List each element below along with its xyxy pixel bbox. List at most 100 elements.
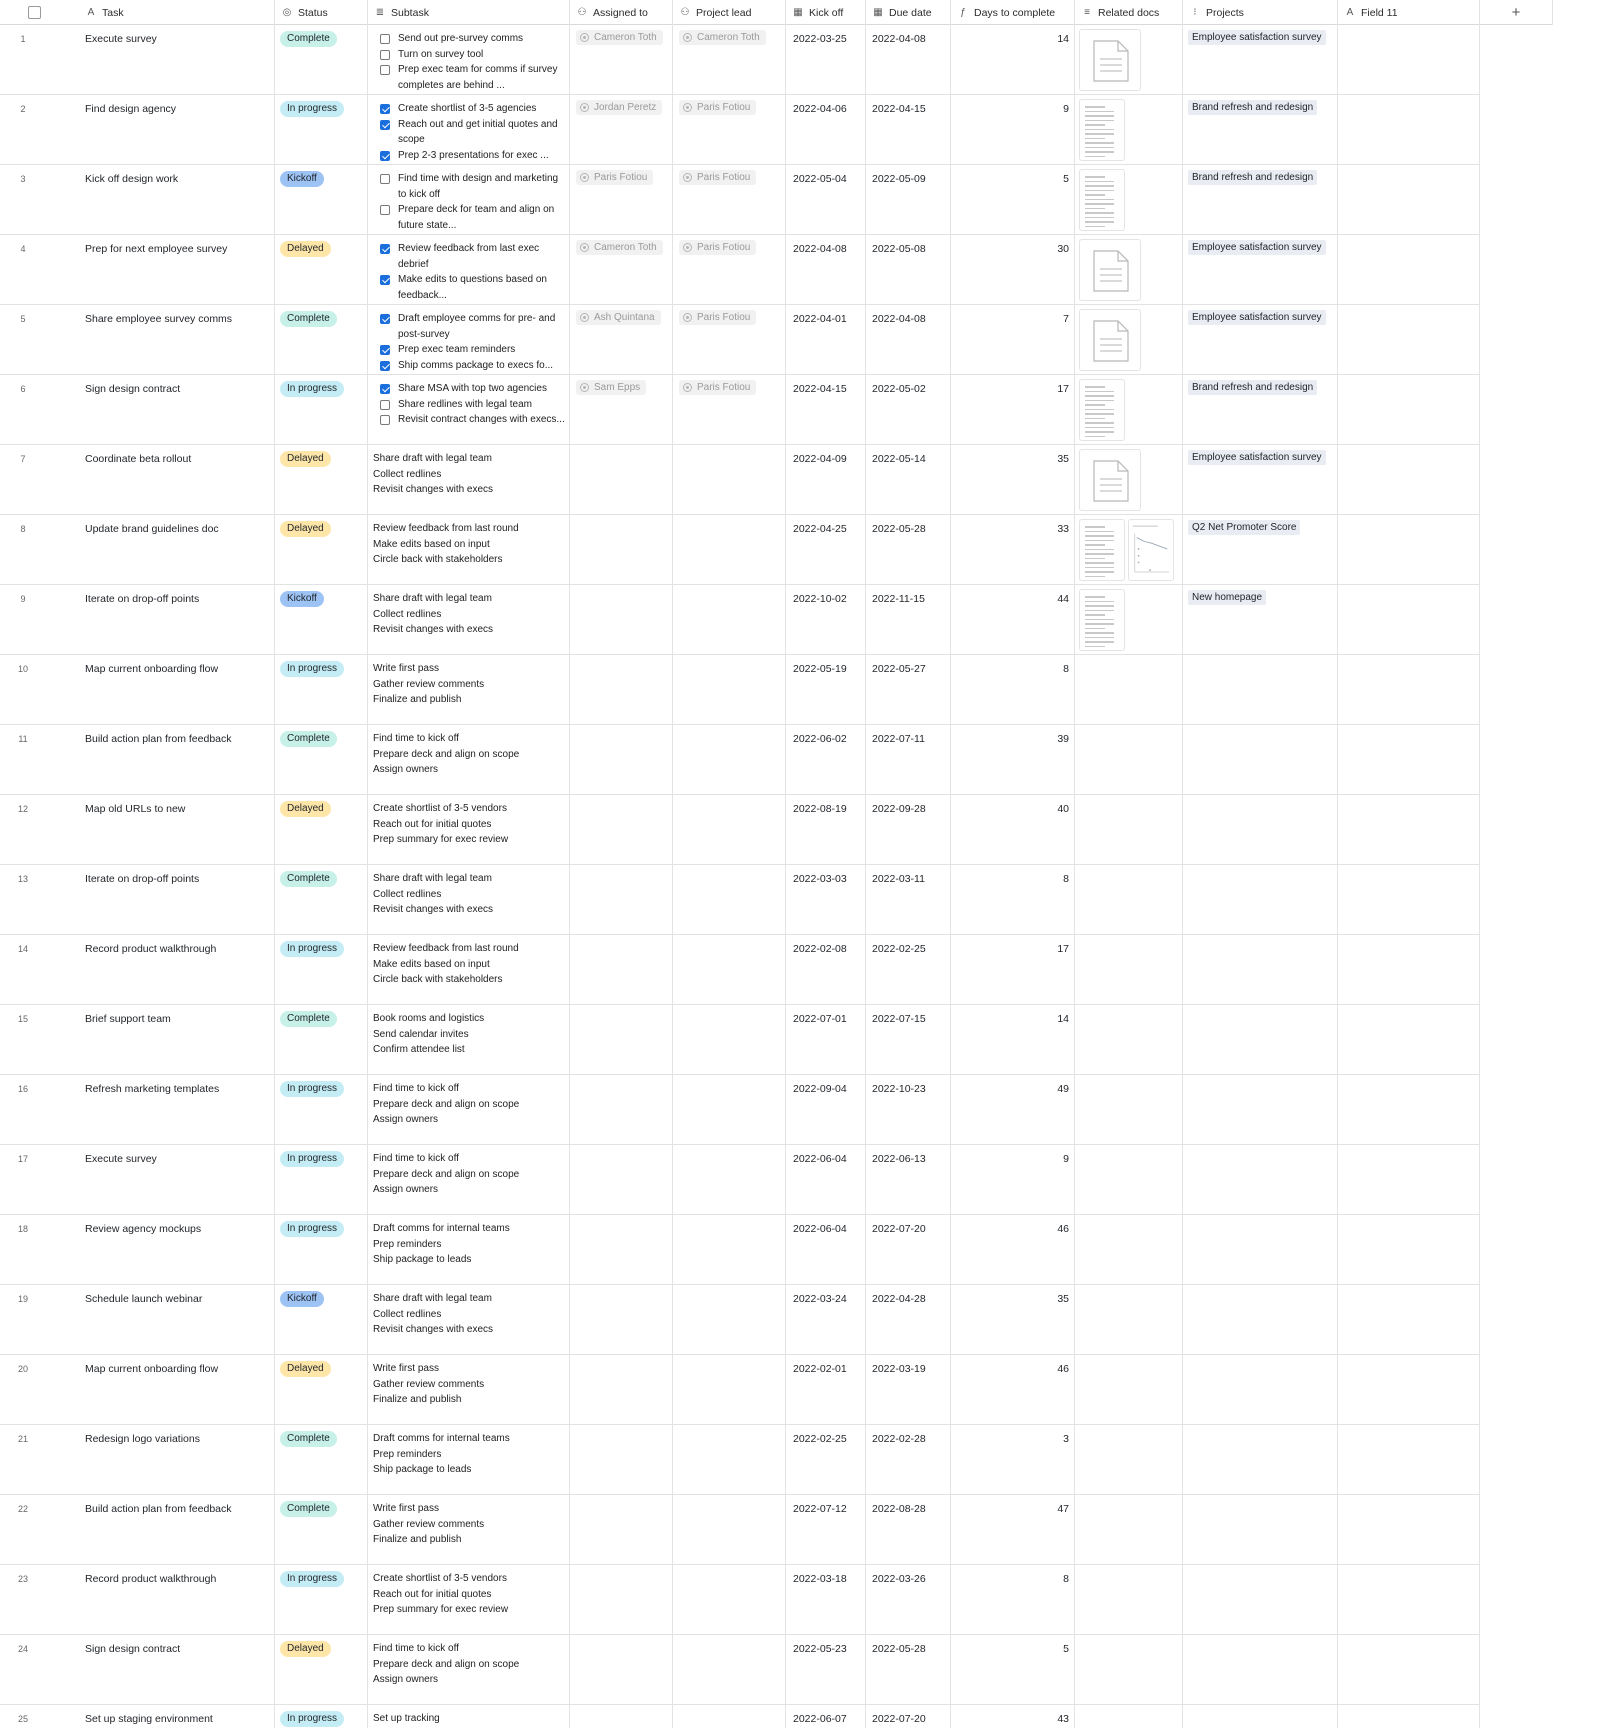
related-docs-cell[interactable] bbox=[1075, 375, 1183, 445]
assigned-to-cell[interactable] bbox=[570, 585, 673, 655]
subtask-checkbox[interactable] bbox=[380, 119, 390, 130]
project-lead-cell[interactable] bbox=[673, 445, 786, 515]
kickoff-date-cell[interactable]: 2022-05-23 bbox=[786, 1635, 866, 1705]
kickoff-date-cell[interactable]: 2022-03-03 bbox=[786, 865, 866, 935]
text-document-thumbnail[interactable] bbox=[1079, 379, 1125, 441]
related-docs-cell[interactable] bbox=[1075, 725, 1183, 795]
project-lead-cell[interactable] bbox=[673, 1005, 786, 1075]
task-cell[interactable]: Record product walkthrough bbox=[0, 935, 275, 1005]
table-row[interactable]: 23 Record product walkthrough In progress C… bbox=[0, 1565, 1480, 1635]
project-link-tag[interactable]: Employee satisfaction survey bbox=[1188, 30, 1326, 45]
due-date-cell[interactable]: 2022-07-11 bbox=[866, 725, 951, 795]
project-link-tag[interactable]: Brand refresh and redesign bbox=[1188, 380, 1318, 395]
project-lead-cell[interactable] bbox=[673, 1145, 786, 1215]
status-cell[interactable]: In progress bbox=[275, 95, 368, 165]
column-header-task[interactable]: A Task bbox=[0, 0, 275, 25]
table-row[interactable]: 15 Brief support team Complete Book rooms a… bbox=[0, 1005, 1480, 1075]
field-11-cell[interactable] bbox=[1338, 1145, 1480, 1215]
kickoff-date-cell[interactable]: 2022-05-04 bbox=[786, 165, 866, 235]
due-date-cell[interactable]: 2022-02-28 bbox=[866, 1425, 951, 1495]
document-icon[interactable] bbox=[1079, 309, 1141, 371]
column-header-due[interactable]: ▦ Due date bbox=[866, 0, 951, 25]
projects-cell[interactable] bbox=[1183, 1425, 1338, 1495]
field-11-cell[interactable] bbox=[1338, 375, 1480, 445]
assigned-to-cell[interactable] bbox=[570, 1215, 673, 1285]
field-11-cell[interactable] bbox=[1338, 1495, 1480, 1565]
projects-cell[interactable]: Employee satisfaction survey bbox=[1183, 445, 1338, 515]
table-row[interactable]: 10 Map current onboarding flow In progress… bbox=[0, 655, 1480, 725]
subtask-checkbox[interactable] bbox=[380, 150, 390, 161]
due-date-cell[interactable]: 2022-02-25 bbox=[866, 935, 951, 1005]
subtask-cell[interactable]: Review feedback from last exec debrief Ma… bbox=[368, 235, 570, 305]
projects-cell[interactable] bbox=[1183, 795, 1338, 865]
related-docs-cell[interactable] bbox=[1075, 235, 1183, 305]
table-row[interactable]: 5 Share employee survey comms Complete Draf… bbox=[0, 305, 1480, 375]
task-cell[interactable]: Refresh marketing templates bbox=[0, 1075, 275, 1145]
project-lead-cell[interactable] bbox=[673, 515, 786, 585]
task-cell[interactable]: Sign design contract bbox=[0, 375, 275, 445]
kickoff-date-cell[interactable]: 2022-04-01 bbox=[786, 305, 866, 375]
related-docs-cell[interactable] bbox=[1075, 1425, 1183, 1495]
assigned-to-cell[interactable] bbox=[570, 515, 673, 585]
field-11-cell[interactable] bbox=[1338, 865, 1480, 935]
document-icon[interactable] bbox=[1079, 239, 1141, 301]
field-11-cell[interactable] bbox=[1338, 1005, 1480, 1075]
project-lead-cell[interactable] bbox=[673, 1215, 786, 1285]
due-date-cell[interactable]: 2022-04-28 bbox=[866, 1285, 951, 1355]
project-lead-cell[interactable] bbox=[673, 1495, 786, 1565]
subtask-cell[interactable]: Share draft with legal team Collect redli… bbox=[368, 865, 570, 935]
due-date-cell[interactable]: 2022-05-09 bbox=[866, 165, 951, 235]
due-date-cell[interactable]: 2022-03-11 bbox=[866, 865, 951, 935]
project-lead-cell[interactable] bbox=[673, 725, 786, 795]
due-date-cell[interactable]: 2022-05-27 bbox=[866, 655, 951, 725]
due-date-cell[interactable]: 2022-07-20 bbox=[866, 1705, 951, 1728]
related-docs-cell[interactable] bbox=[1075, 585, 1183, 655]
subtask-checkbox[interactable] bbox=[380, 345, 390, 355]
task-cell[interactable]: Map current onboarding flow bbox=[0, 655, 275, 725]
status-cell[interactable]: In progress bbox=[275, 1565, 368, 1635]
due-date-cell[interactable]: 2022-03-26 bbox=[866, 1565, 951, 1635]
field-11-cell[interactable] bbox=[1338, 1565, 1480, 1635]
status-cell[interactable]: Complete bbox=[275, 25, 368, 95]
field-11-cell[interactable] bbox=[1338, 25, 1480, 95]
project-lead-cell[interactable]: Paris Fotiou bbox=[673, 235, 786, 305]
status-cell[interactable]: Delayed bbox=[275, 1635, 368, 1705]
status-cell[interactable]: In progress bbox=[275, 1075, 368, 1145]
document-icon[interactable] bbox=[1079, 29, 1141, 91]
assigned-to-cell[interactable]: Cameron Toth bbox=[570, 25, 673, 95]
assigned-to-cell[interactable] bbox=[570, 1705, 673, 1728]
kickoff-date-cell[interactable]: 2022-06-04 bbox=[786, 1215, 866, 1285]
task-cell[interactable]: Coordinate beta rollout bbox=[0, 445, 275, 515]
task-cell[interactable]: Build action plan from feedback bbox=[0, 725, 275, 795]
task-cell[interactable]: Sign design contract bbox=[0, 1635, 275, 1705]
related-docs-cell[interactable] bbox=[1075, 1635, 1183, 1705]
kickoff-date-cell[interactable]: 2022-09-04 bbox=[786, 1075, 866, 1145]
projects-cell[interactable] bbox=[1183, 935, 1338, 1005]
due-date-cell[interactable]: 2022-04-15 bbox=[866, 95, 951, 165]
task-cell[interactable]: Execute survey bbox=[0, 25, 275, 95]
assigned-to-cell[interactable]: Paris Fotiou bbox=[570, 165, 673, 235]
project-link-tag[interactable]: Q2 Net Promoter Score bbox=[1188, 520, 1301, 535]
related-docs-cell[interactable] bbox=[1075, 305, 1183, 375]
column-header-lead[interactable]: ⚇ Project lead bbox=[673, 0, 786, 25]
status-cell[interactable]: Delayed bbox=[275, 445, 368, 515]
related-docs-cell[interactable] bbox=[1075, 1705, 1183, 1728]
subtask-checkbox[interactable] bbox=[380, 360, 390, 371]
assigned-to-cell[interactable]: Ash Quintana bbox=[570, 305, 673, 375]
project-lead-cell[interactable]: Paris Fotiou bbox=[673, 375, 786, 445]
table-row[interactable]: 7 Coordinate beta rollout Delayed Share dra… bbox=[0, 445, 1480, 515]
projects-cell[interactable] bbox=[1183, 1005, 1338, 1075]
subtask-cell[interactable]: Create shortlist of 3-5 agencies Reach ou… bbox=[368, 95, 570, 165]
subtask-checkbox[interactable] bbox=[380, 65, 390, 75]
project-lead-cell[interactable] bbox=[673, 865, 786, 935]
project-lead-cell[interactable] bbox=[673, 1285, 786, 1355]
subtask-cell[interactable]: Find time to kick off Prepare deck and al… bbox=[368, 1145, 570, 1215]
subtask-cell[interactable]: Share draft with legal team Collect redli… bbox=[368, 585, 570, 655]
project-lead-cell[interactable] bbox=[673, 1635, 786, 1705]
assigned-to-cell[interactable]: Jordan Peretz bbox=[570, 95, 673, 165]
task-cell[interactable]: Map current onboarding flow bbox=[0, 1355, 275, 1425]
field-11-cell[interactable] bbox=[1338, 655, 1480, 725]
subtask-cell[interactable]: Create shortlist of 3-5 vendors Reach out… bbox=[368, 1565, 570, 1635]
table-row[interactable]: 22 Build action plan from feedback Complet… bbox=[0, 1495, 1480, 1565]
kickoff-date-cell[interactable]: 2022-03-18 bbox=[786, 1565, 866, 1635]
